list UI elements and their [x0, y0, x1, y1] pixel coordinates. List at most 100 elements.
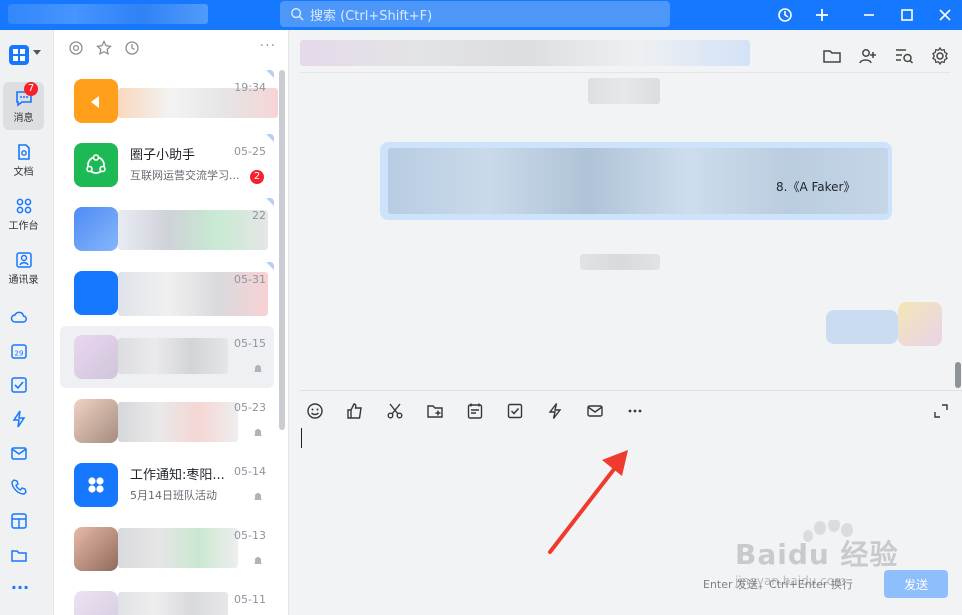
- list-item[interactable]: 圈子小助手 05-25 互联网运营交流学习... 2: [60, 134, 274, 196]
- chat-header-tools: [822, 46, 950, 66]
- mail-button[interactable]: [584, 400, 606, 422]
- conversation-preview: 互联网运营交流学习...: [130, 169, 240, 182]
- search-input[interactable]: 搜索 (Ctrl+Shift+F): [280, 1, 670, 27]
- nav-folder[interactable]: [10, 546, 30, 566]
- nav-workbench-label: 工作台: [8, 220, 39, 232]
- unread-badge: 2: [250, 170, 264, 184]
- list-item[interactable]: 19:34: [60, 70, 278, 132]
- nav-docs-label: 文档: [13, 166, 34, 178]
- circle-group-icon: [86, 154, 106, 174]
- message-bubble[interactable]: [826, 310, 898, 344]
- folder-icon[interactable]: [822, 46, 842, 66]
- list-item[interactable]: 工作通知:枣阳... 05-14 5月14日班队活动: [60, 454, 274, 516]
- list-scrollbar[interactable]: [279, 70, 285, 430]
- checkbox-icon: [507, 403, 523, 419]
- ding-button[interactable]: [544, 400, 566, 422]
- maximize-button[interactable]: [895, 3, 919, 27]
- minimize-button[interactable]: [857, 3, 881, 27]
- screenshot-button[interactable]: [384, 400, 406, 422]
- at-mention-icon[interactable]: [68, 40, 84, 56]
- nav-contacts[interactable]: 通讯录: [3, 244, 44, 292]
- schedule-button[interactable]: [464, 400, 486, 422]
- conversation-time: 05-15: [234, 337, 266, 350]
- title-bar: 搜索 (Ctrl+Shift+F): [0, 0, 962, 30]
- task-button[interactable]: [504, 400, 526, 422]
- close-button[interactable]: [933, 3, 957, 27]
- nav-calendar[interactable]: 29: [10, 342, 30, 362]
- list-more-button[interactable]: ···: [260, 38, 276, 54]
- message-bubble[interactable]: 8.《A Faker》: [380, 142, 892, 220]
- attach-folder-button[interactable]: [424, 400, 446, 422]
- pinned-marker: [266, 262, 274, 270]
- conversation-time: 05-31: [234, 273, 266, 286]
- conversation-name: 工作通知:枣阳...: [130, 468, 225, 483]
- calendar-icon: [467, 403, 483, 419]
- expand-composer-button[interactable]: [930, 400, 952, 422]
- nav-box[interactable]: [10, 512, 30, 532]
- box-icon: [11, 513, 27, 529]
- add-member-icon[interactable]: [858, 46, 878, 66]
- like-button[interactable]: [344, 400, 366, 422]
- text-caret: [301, 428, 302, 448]
- search-history-icon[interactable]: [894, 46, 914, 66]
- avatar: [74, 79, 118, 123]
- nav-workbench[interactable]: 工作台: [3, 190, 44, 238]
- more-tools-button[interactable]: [624, 400, 646, 422]
- conversation-time: 05-11: [234, 593, 266, 606]
- apps-icon: [88, 477, 104, 493]
- blurred-content: [118, 210, 268, 250]
- nav-more[interactable]: ···: [10, 578, 30, 598]
- nav-mail[interactable]: [10, 444, 30, 464]
- nav-cloud[interactable]: [10, 308, 30, 328]
- header-divider: [300, 72, 950, 73]
- nav-phone[interactable]: [10, 478, 30, 498]
- phone-icon: [11, 479, 27, 495]
- avatar: [898, 302, 942, 346]
- list-item[interactable]: 05-23: [60, 390, 274, 452]
- pinned-marker: [266, 198, 274, 206]
- conversation-time: 05-23: [234, 401, 266, 414]
- avatar: [74, 271, 118, 315]
- conversation-time: 22: [252, 209, 266, 222]
- grid-logo-icon: [13, 49, 25, 61]
- emoji-button[interactable]: [304, 400, 326, 422]
- maximize-icon: [901, 9, 913, 21]
- timestamp-blurred: [580, 254, 660, 270]
- history-icon: [778, 8, 792, 22]
- blurred-content: [118, 338, 228, 374]
- lightning-icon: [548, 403, 562, 419]
- watermark-brand: Baidu 经验: [735, 538, 899, 571]
- clock-icon[interactable]: [124, 40, 140, 56]
- nav-messages-label: 消息: [13, 112, 34, 124]
- list-item[interactable]: 05-11: [60, 582, 274, 615]
- avatar: [74, 399, 118, 443]
- message-text-fragment: 8.《A Faker》: [776, 180, 856, 194]
- history-button[interactable]: [773, 3, 797, 27]
- mute-bell-icon: [254, 365, 262, 372]
- calendar-icon: 29: [11, 344, 27, 359]
- folder-plus-icon: [427, 405, 443, 418]
- list-item[interactable]: 05-31: [60, 262, 274, 324]
- add-button[interactable]: [810, 3, 834, 27]
- list-item-selected[interactable]: 05-15: [60, 326, 274, 388]
- checkbox-icon: [11, 377, 27, 393]
- avatar: [74, 463, 118, 507]
- settings-gear-icon[interactable]: [930, 46, 950, 66]
- send-button[interactable]: 发送: [884, 570, 948, 598]
- nav-ding[interactable]: [10, 410, 30, 430]
- list-filter-tools: [68, 40, 140, 60]
- scissors-icon: [387, 403, 403, 419]
- composer-divider: [300, 390, 962, 391]
- chat-scrollbar[interactable]: [955, 362, 961, 388]
- list-item[interactable]: 05-13: [60, 518, 274, 580]
- nav-docs[interactable]: 文档: [3, 136, 44, 184]
- chevron-down-icon[interactable]: [33, 50, 41, 55]
- star-icon[interactable]: [96, 40, 112, 56]
- megaphone-icon: [91, 96, 99, 108]
- close-icon: [939, 9, 951, 21]
- search-placeholder: 搜索 (Ctrl+Shift+F): [310, 8, 433, 24]
- org-logo[interactable]: [9, 45, 29, 65]
- list-item[interactable]: 22: [60, 198, 274, 260]
- nav-tasks[interactable]: [10, 376, 30, 396]
- conversation-list: ··· 19:34 圈子小助手 05-25 互联网运营交流学习... 2 22 …: [54, 30, 289, 615]
